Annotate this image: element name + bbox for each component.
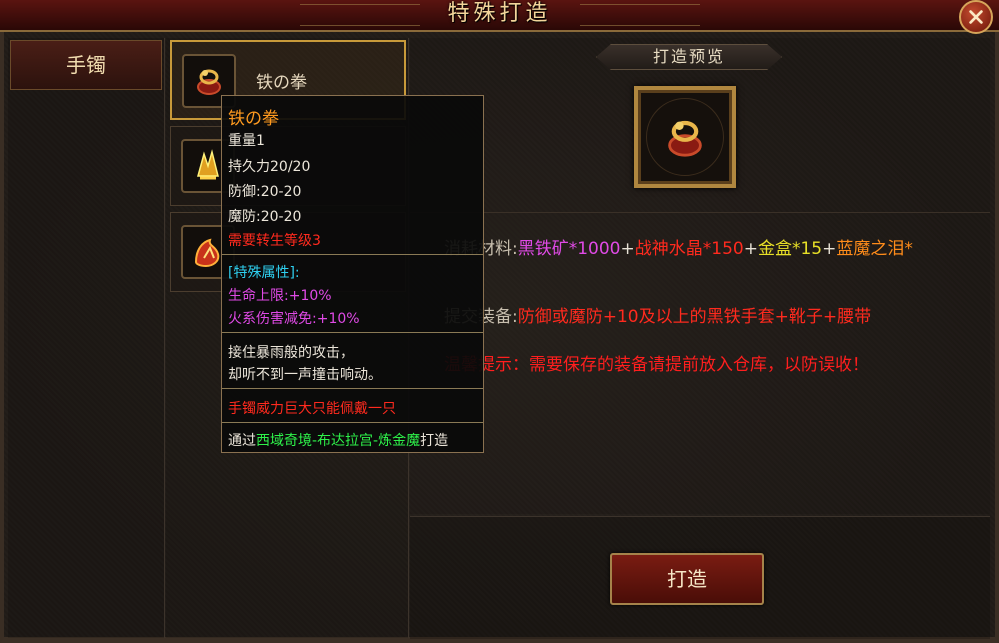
forge-button[interactable]: 打造 — [610, 553, 764, 605]
warning-text: 温馨提示：需要保存的装备请提前放入仓库，以防误收！ — [444, 355, 869, 375]
tooltip-item-name: 铁の拳 — [228, 109, 279, 129]
item-tooltip: 铁の拳 重量1 持久力20/20 防御:20-20 魔防:20-20 需要转生等… — [221, 95, 484, 453]
tooltip-desc-2: 却听不到一声撞击响动。 — [228, 367, 382, 383]
tooltip-source-place: 西域奇境-布达拉宫-炼金魔 — [256, 433, 421, 449]
action-panel: 打造 — [410, 516, 990, 639]
preview-slot — [634, 86, 736, 188]
tooltip-separator — [222, 254, 483, 255]
material-gold-box: 金盒*15 — [757, 239, 823, 259]
tooltip-hp-bonus: 生命上限:+10% — [228, 288, 332, 304]
submit-requirement: 防御或魔防+10及以上的黑铁手套+靴子+腰带 — [517, 307, 872, 327]
category-tab-bracelet[interactable]: 手镯 — [10, 40, 162, 90]
tooltip-separator — [222, 332, 483, 333]
title-bar: 特殊打造 — [0, 0, 999, 32]
preview-banner: 打造预览 — [596, 44, 782, 70]
window-title: 特殊打造 — [447, 1, 552, 26]
tooltip-weight: 重量1 — [228, 133, 265, 149]
plus-sign: + — [620, 239, 635, 259]
tooltip-source-prefix: 通过 — [228, 433, 256, 449]
divider — [410, 212, 990, 213]
material-blue-tear: 蓝魔之泪* — [836, 239, 913, 259]
submit-line: 提交装备:防御或魔防+10及以上的黑铁手套+靴子+腰带 — [444, 302, 871, 327]
tooltip-source-suffix: 打造 — [420, 433, 449, 449]
tooltip-requirement: 需要转生等级3 — [228, 233, 321, 249]
tooltip-wear-warning: 手镯威力巨大只能佩戴一只 — [228, 401, 396, 417]
item-name: 铁の拳 — [256, 73, 307, 93]
tooltip-special-header: [特殊属性]: — [228, 265, 300, 281]
materials-line: 消耗材料:黑铁矿*1000+战神水晶*150+金盒*15+蓝魔之泪* — [444, 234, 913, 259]
plus-sign: + — [743, 239, 758, 259]
close-button[interactable] — [959, 0, 993, 34]
forge-detail-panel: 打造预览 消耗材料:黑铁矿*1000+战神水晶*150+金盒*15+蓝魔之泪* … — [410, 38, 990, 514]
close-icon — [969, 10, 983, 24]
tooltip-separator — [222, 388, 483, 389]
tooltip-desc-1: 接住暴雨般的攻击， — [228, 345, 354, 361]
plus-sign: + — [822, 239, 837, 259]
tooltip-separator — [222, 422, 483, 423]
tooltip-durability: 持久力20/20 — [228, 159, 311, 175]
category-panel: 手镯 — [8, 38, 165, 638]
material-black-iron: 黑铁矿*1000 — [517, 239, 621, 259]
tooltip-magic-defense: 魔防:20-20 — [228, 209, 302, 225]
tooltip-source: 通过西域奇境-布达拉宫-炼金魔打造 — [228, 430, 448, 450]
material-war-crystal: 战神水晶*150 — [634, 239, 744, 259]
red-bracelet-icon — [668, 120, 702, 157]
tooltip-fire-resist: 火系伤害减免:+10% — [228, 311, 360, 327]
tooltip-defense: 防御:20-20 — [228, 184, 302, 200]
